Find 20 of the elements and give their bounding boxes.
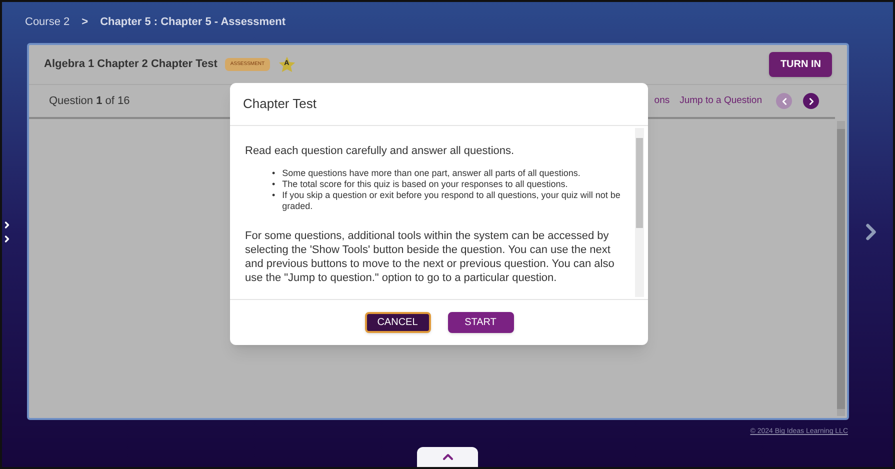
instruction-bullet: • The total score for this quiz is based on your responses to all questions. [271, 178, 569, 190]
turn-in-button[interactable]: TURN IN [769, 52, 832, 77]
breadcrumb-link[interactable]: Course 2 [25, 14, 70, 31]
assignment-title: Algebra 1 Chapter 2 Chapter Test [44, 57, 218, 72]
instruction-bullet: • Some questions have more than one part, answer all parts of all questions. [271, 168, 582, 178]
instructions-intro: Read each question carefully and answer all questions. [245, 144, 516, 159]
question-counter: Question 1 of 16 [49, 94, 130, 109]
instruction-bullet: • If you skip a question or exit before you respond to all questions, your quiz will not be graded. [271, 190, 621, 212]
next-button[interactable] [803, 93, 819, 109]
question-link[interactable]: Jump to a Question [680, 94, 762, 108]
breadcrumb-separator: > [82, 15, 88, 30]
instructions-paragraph: For some questions, additional tools within the system can be accessed by selecting the 'Show Tools' button beside the question. You can use the next and previous buttons to move to the next or previous question. You can also use the "Jump to question." option to go to a particular question. [245, 228, 616, 284]
start-button[interactable]: START [448, 312, 514, 333]
cancel-button[interactable]: CANCEL [364, 312, 430, 333]
dialog-scrollbar[interactable] [635, 128, 644, 297]
scrollbar[interactable] [837, 121, 845, 416]
question-link[interactable]: ons [654, 94, 670, 108]
dialog-title: Chapter Test [243, 95, 316, 114]
breadcrumb-link[interactable]: Chapter 5 : Chapter 5 - Assessment [100, 14, 286, 31]
expand-tab[interactable] [417, 447, 478, 467]
